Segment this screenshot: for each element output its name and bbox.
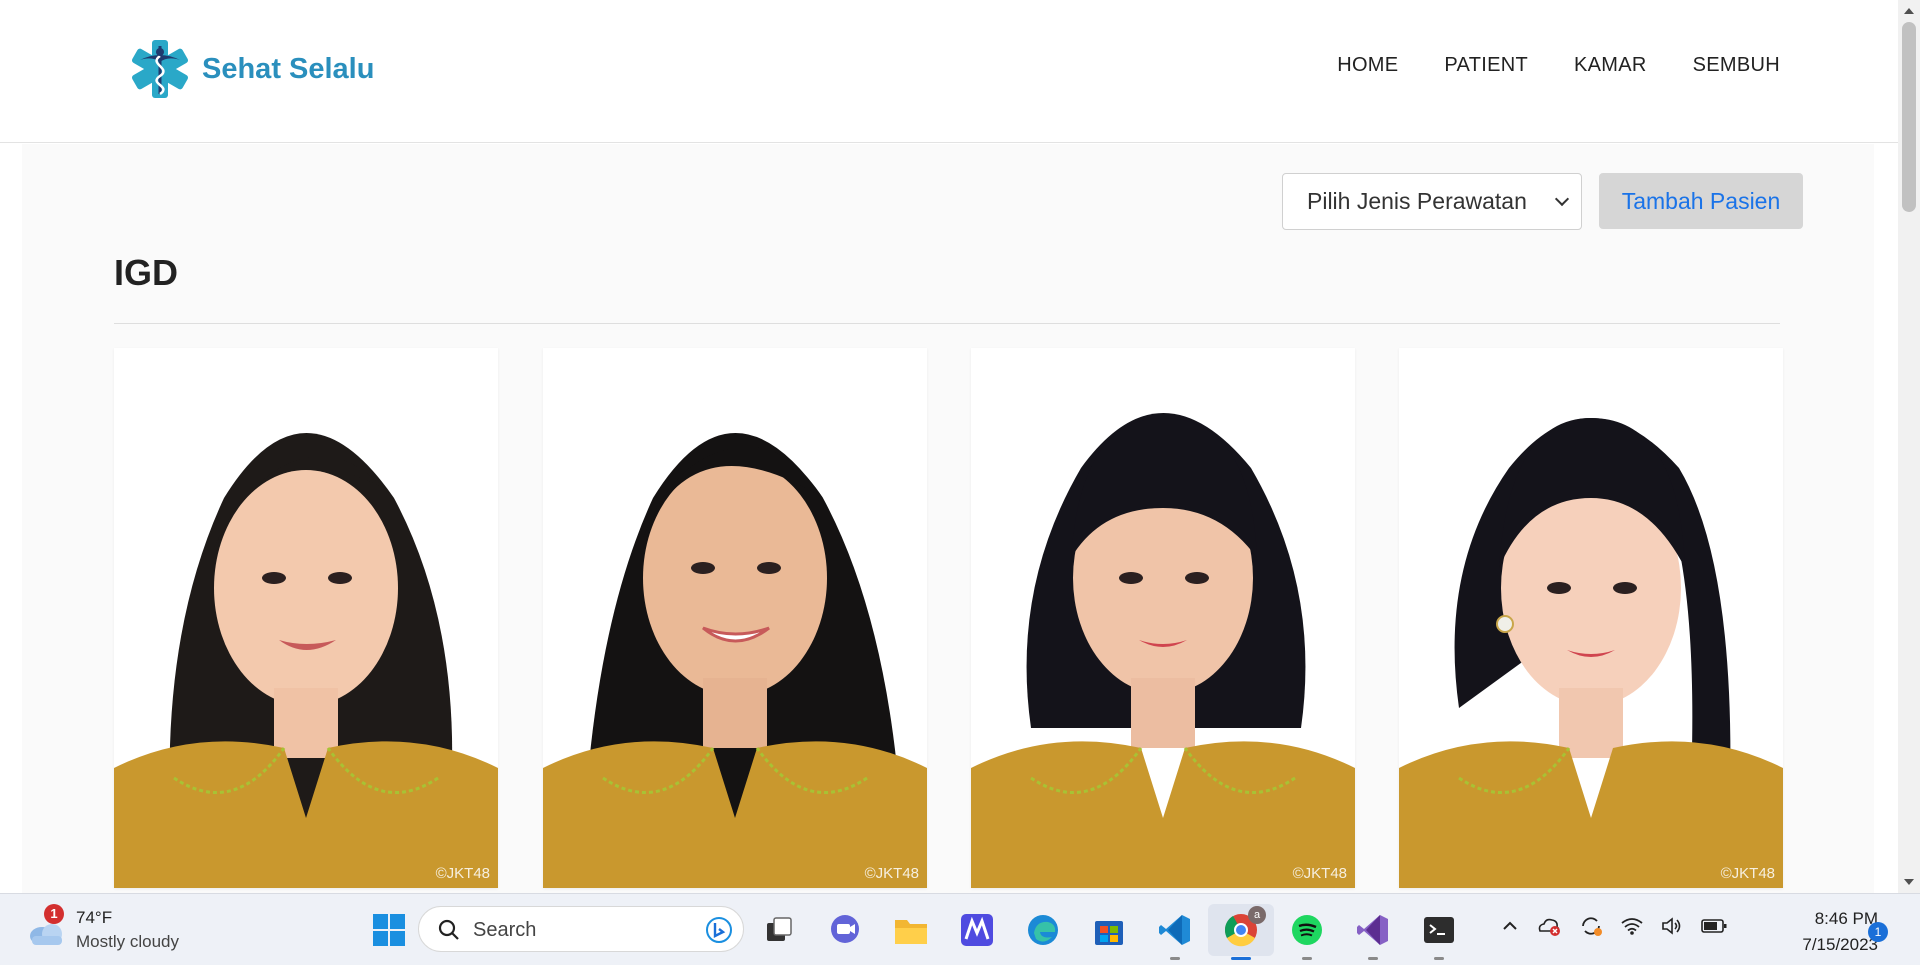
patient-card[interactable]: ©JKT48 [971, 348, 1355, 888]
terminal-icon [1424, 917, 1454, 943]
weather-temp: 74°F [76, 908, 113, 927]
taskbar-pinned-apps: a [746, 904, 1472, 960]
main-nav: HOME PATIENT KAMAR SEMBUH [1337, 54, 1780, 77]
edge-icon [1028, 915, 1058, 945]
task-view-icon [767, 917, 792, 941]
weather-widget[interactable]: 1 74°F Mostly cloudy [24, 904, 179, 954]
nav-home[interactable]: HOME [1337, 54, 1398, 77]
active-indicator [1231, 957, 1251, 960]
scroll-down-icon[interactable] [1904, 879, 1914, 885]
task-view-button[interactable] [746, 904, 812, 956]
page-scrollbar[interactable] [1898, 0, 1920, 893]
m-app-icon [961, 914, 993, 946]
edge-button[interactable] [1010, 904, 1076, 956]
photo-watermark: ©JKT48 [864, 865, 919, 882]
vscode-button[interactable] [1142, 904, 1208, 960]
weather-condition: Mostly cloudy [76, 932, 179, 951]
add-patient-button[interactable]: Tambah Pasien [1599, 173, 1803, 229]
battery-icon[interactable] [1700, 917, 1728, 935]
visual-studio-icon [1357, 915, 1388, 945]
taskbar-search[interactable]: Search [418, 906, 744, 952]
running-indicator [1434, 957, 1444, 960]
photo-watermark: ©JKT48 [1720, 865, 1775, 882]
patient-card[interactable]: ©JKT48 [114, 348, 498, 888]
clock-date: 7/15/2023 [1802, 935, 1878, 954]
app-button-m[interactable] [944, 904, 1010, 956]
windows-taskbar: 1 74°F Mostly cloudy Search a 8:46 PM 7/… [0, 893, 1920, 965]
search-placeholder: Search [473, 919, 537, 941]
spotify-icon [1292, 915, 1322, 945]
onedrive-error-icon[interactable] [1536, 915, 1562, 937]
patient-card[interactable]: ©JKT48 [543, 348, 927, 888]
bing-icon[interactable] [705, 916, 733, 944]
care-type-select[interactable]: Pilih Jenis Perawatan [1282, 173, 1582, 230]
running-indicator [1368, 957, 1378, 960]
browser-viewport: Sehat Selalu HOME PATIENT KAMAR SEMBUH P… [0, 0, 1898, 893]
terminal-button[interactable] [1406, 904, 1472, 960]
section-title: IGD [114, 252, 179, 293]
patient-photo [971, 348, 1355, 888]
chevron-down-icon [1554, 191, 1570, 207]
notification-badge[interactable]: 1 [1868, 922, 1888, 942]
folder-icon [895, 920, 927, 944]
search-icon [438, 919, 459, 940]
weather-badge: 1 [44, 904, 64, 924]
running-indicator [1170, 957, 1180, 960]
cloud-icon: 1 [24, 904, 68, 952]
wifi-icon[interactable] [1620, 916, 1644, 936]
start-button[interactable] [356, 904, 422, 956]
visual-studio-button[interactable] [1340, 904, 1406, 960]
file-explorer-button[interactable] [878, 904, 944, 956]
brand[interactable]: Sehat Selalu [128, 36, 374, 102]
care-type-select-value: Pilih Jenis Perawatan [1307, 188, 1527, 214]
system-tray [1500, 914, 1728, 938]
store-button[interactable] [1076, 904, 1142, 956]
patient-photo [543, 348, 927, 888]
vscode-icon [1159, 915, 1190, 945]
scroll-up-icon[interactable] [1904, 8, 1914, 14]
nav-sembuh[interactable]: SEMBUH [1693, 54, 1780, 77]
brand-name: Sehat Selalu [202, 52, 375, 85]
chrome-profile-badge: a [1248, 906, 1266, 924]
teams-chat-button[interactable] [812, 904, 878, 956]
photo-watermark: ©JKT48 [1292, 865, 1347, 882]
taskbar-apps [356, 904, 422, 956]
store-icon [1095, 921, 1123, 945]
nav-kamar[interactable]: KAMAR [1574, 54, 1647, 77]
scroll-thumb[interactable] [1902, 22, 1916, 212]
patient-photo [1399, 348, 1783, 888]
windows-logo-icon [373, 914, 405, 946]
navbar: Sehat Selalu HOME PATIENT KAMAR SEMBUH [0, 0, 1898, 143]
running-indicator [1302, 957, 1312, 960]
chat-icon [831, 915, 859, 943]
clock-time: 8:46 PM [1814, 909, 1878, 928]
section-divider [114, 323, 1780, 324]
sync-icon[interactable] [1578, 914, 1604, 938]
volume-icon[interactable] [1660, 916, 1684, 936]
taskbar-clock[interactable]: 8:46 PM 7/15/2023 [1768, 906, 1878, 958]
nav-patient[interactable]: PATIENT [1444, 54, 1528, 77]
photo-watermark: ©JKT48 [435, 865, 490, 882]
spotify-button[interactable] [1274, 904, 1340, 960]
chevron-up-icon[interactable] [1500, 916, 1520, 936]
patient-card[interactable]: ©JKT48 [1399, 348, 1783, 888]
chrome-button[interactable]: a [1208, 904, 1274, 960]
medical-star-logo-icon [131, 40, 189, 98]
patient-photo [114, 348, 498, 888]
